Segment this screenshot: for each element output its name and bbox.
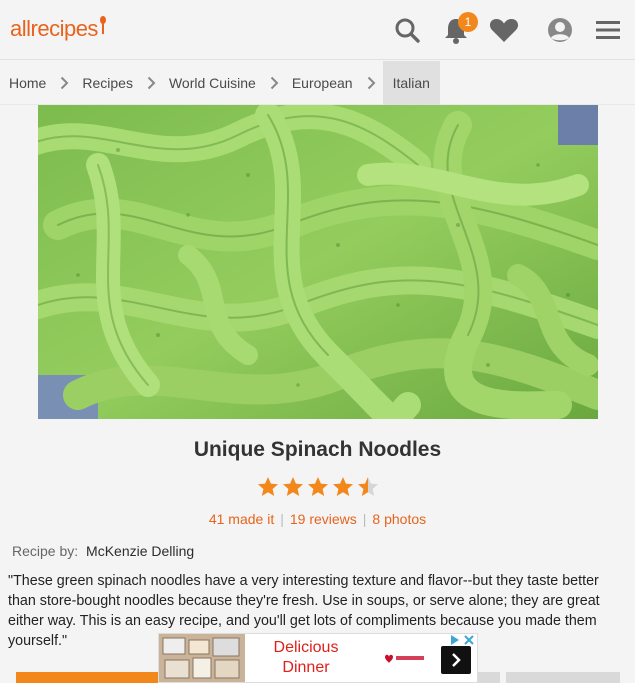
- star-icon: [332, 477, 353, 496]
- breadcrumb-item-world-cuisine[interactable]: World Cuisine: [169, 61, 292, 105]
- save-recipe-button[interactable]: [16, 672, 160, 683]
- favorites-button[interactable]: [488, 14, 520, 46]
- heart-icon: [489, 19, 519, 42]
- ad-brand-logo: [385, 654, 424, 663]
- ad-arrow-button[interactable]: [441, 646, 471, 674]
- star-icon: [357, 477, 378, 496]
- recipe-stats: 41 made it | 19 reviews | 8 photos: [0, 511, 635, 527]
- adchoices-icon[interactable]: [449, 634, 461, 646]
- chevron-right-icon: [147, 76, 156, 90]
- recipe-byline: Recipe by: McKenzie Delling: [12, 543, 194, 559]
- star-icon: [257, 477, 278, 496]
- separator: |: [362, 511, 367, 527]
- ad-headline-line: Dinner: [282, 659, 330, 676]
- ad-headline: Delicious Dinner: [251, 638, 361, 678]
- breadcrumb-item-home[interactable]: Home: [0, 61, 82, 105]
- chevron-right-icon: [452, 653, 461, 667]
- chevron-right-icon: [60, 76, 69, 90]
- photos-link[interactable]: 8 photos: [372, 511, 426, 527]
- search-button[interactable]: [391, 14, 423, 46]
- ad-controls: [449, 634, 475, 646]
- advertisement-banner[interactable]: Delicious Dinner: [158, 633, 478, 683]
- recipe-title: Unique Spinach Noodles: [193, 438, 442, 461]
- breadcrumb-item-european[interactable]: European: [292, 61, 383, 105]
- breadcrumb-link[interactable]: Italian: [393, 75, 430, 91]
- action-button[interactable]: [506, 672, 620, 683]
- star-icon: [307, 477, 328, 496]
- reviews-link[interactable]: 19 reviews: [290, 511, 357, 527]
- ad-image: [159, 634, 245, 682]
- action-button[interactable]: [478, 672, 500, 683]
- breadcrumb-item-italian[interactable]: Italian: [382, 60, 440, 105]
- search-icon: [395, 18, 420, 43]
- spinach-noodles-image: [38, 105, 598, 419]
- logo-text: allrecipes: [10, 16, 98, 41]
- recipe-photo[interactable]: [38, 105, 598, 419]
- separator: |: [280, 511, 284, 527]
- breadcrumb-item-recipes[interactable]: Recipes: [82, 61, 169, 105]
- breadcrumb: Home Recipes World Cuisine European Ital…: [0, 60, 635, 105]
- made-it-link[interactable]: 41 made it: [209, 511, 274, 527]
- star-icon: [282, 477, 303, 496]
- close-icon[interactable]: [463, 634, 475, 646]
- byline-label: Recipe by:: [12, 543, 79, 559]
- menu-icon: [596, 21, 620, 39]
- chevron-right-icon: [367, 76, 376, 90]
- author-link[interactable]: McKenzie Delling: [86, 543, 194, 559]
- chevron-right-icon: [270, 76, 279, 90]
- site-header: allrecipes 1: [0, 0, 635, 60]
- profile-button[interactable]: [544, 14, 576, 46]
- menu-button[interactable]: [592, 14, 624, 46]
- user-icon: [548, 18, 572, 42]
- breadcrumb-link[interactable]: Home: [9, 75, 46, 91]
- rating-stars[interactable]: [0, 476, 635, 498]
- ad-headline-line: Delicious: [273, 639, 339, 656]
- notifications-button[interactable]: 1: [440, 12, 478, 46]
- spoon-icon: [99, 16, 106, 34]
- allrecipes-logo[interactable]: allrecipes: [10, 16, 106, 42]
- breadcrumb-link[interactable]: World Cuisine: [169, 75, 256, 91]
- notification-badge: 1: [458, 12, 478, 32]
- breadcrumb-link[interactable]: Recipes: [82, 75, 133, 91]
- breadcrumb-link[interactable]: European: [292, 75, 353, 91]
